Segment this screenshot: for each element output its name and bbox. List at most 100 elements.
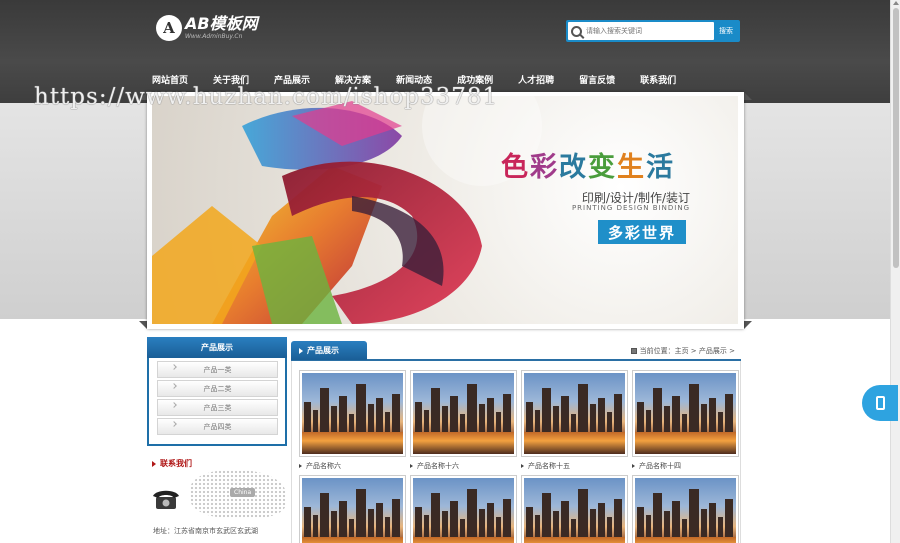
product-image [524,478,625,543]
skyline-building [637,507,644,537]
hero-banner[interactable]: 色彩改变生活 印刷/设计/制作/装订 PRINTING DESIGN BINDI… [152,96,738,324]
skyline-building [487,503,494,537]
chevron-right-icon [171,421,177,427]
breadcrumb-home-link[interactable]: 主页 [675,346,689,356]
skyline-building [571,414,576,432]
banner-title-char: 生 [617,152,646,183]
nav-item-contact[interactable]: 联系我们 [640,73,676,86]
page-scrollbar[interactable] [890,0,900,543]
logo-subtitle: Www.AdminBuy.Cn [185,33,243,40]
banner-title: 色彩改变生活 [501,145,675,184]
skyline-water [635,432,736,454]
product-name: 产品名称六 [306,462,341,470]
banner-title-char: 彩 [530,152,559,183]
sidebar-item-category-1[interactable]: 产品一类 [157,361,278,378]
product-card[interactable] [299,475,406,543]
skyline-building [331,511,337,537]
product-card[interactable] [632,475,739,543]
product-card[interactable]: 产品名称十六 [410,370,517,471]
breadcrumb-separator: > [688,347,699,355]
skyline-building [487,398,494,432]
skyline-building [415,402,422,432]
site-logo[interactable]: A AB模板网 Www.AdminBuy.Cn [156,15,258,41]
skyline-building [553,406,559,432]
search-input[interactable] [586,27,706,35]
product-thumbnail[interactable] [632,475,739,543]
product-card[interactable] [521,475,628,543]
skyline-building [718,412,723,432]
skyline-building [376,503,383,537]
skyline-building [689,489,699,537]
banner-badge: 多彩世界 [598,220,686,244]
skyline-building [653,388,662,432]
product-card[interactable]: 产品名称十五 [521,370,628,471]
product-name-link[interactable]: 产品名称十六 [410,461,517,471]
skyline-building [424,410,429,432]
main-tab: 产品展示 [291,341,367,360]
skyline-building [709,503,716,537]
breadcrumb-current-link[interactable]: 产品展示 [699,346,727,356]
product-name: 产品名称十四 [639,462,681,470]
product-thumbnail[interactable] [632,370,739,457]
skyline-building [368,509,374,537]
skyline-building [349,414,354,432]
product-thumbnail[interactable] [410,475,517,543]
nav-item-jobs[interactable]: 人才招聘 [518,73,554,86]
sidebar-item-category-3[interactable]: 产品三类 [157,399,278,416]
sidebar-item-category-4[interactable]: 产品四类 [157,418,278,435]
skyline-building [450,501,458,537]
arrow-right-icon [299,347,303,354]
nav-item-feedback[interactable]: 留言反馈 [579,73,615,86]
skyline-building [542,493,551,537]
banner-corner-tr [744,92,752,100]
skyline-building [590,404,596,432]
skyline-building [672,396,680,432]
product-card[interactable] [410,475,517,543]
skyline-building [442,406,448,432]
product-thumbnail[interactable] [521,475,628,543]
product-image [413,373,514,454]
banner-title-char: 色 [501,152,530,183]
skyline-building [553,511,559,537]
product-name-link[interactable]: 产品名称十四 [632,461,739,471]
skyline-building [431,493,440,537]
skyline-water [413,537,514,543]
product-name-link[interactable]: 产品名称十五 [521,461,628,471]
product-card[interactable]: 产品名称六 [299,370,406,471]
skyline-building [313,410,318,432]
search-button[interactable]: 搜索 [714,22,738,40]
product-image [302,373,403,454]
skyline-building [672,501,680,537]
product-thumbnail[interactable] [299,370,406,457]
skyline-building [725,499,733,537]
logo-title: AB模板网 [185,14,258,33]
product-thumbnail[interactable] [521,370,628,457]
logo-mark: A [156,15,182,41]
scroll-up-arrow-icon[interactable] [893,1,899,5]
skyline-building [339,501,347,537]
sidebar-item-category-2[interactable]: 产品二类 [157,380,278,397]
breadcrumb: 当前位置： 主页 > 产品展示 > [630,346,735,356]
sidebar-item-label: 产品四类 [203,422,232,431]
skyline-building [385,517,390,537]
product-name-link[interactable]: 产品名称六 [299,461,406,471]
skyline-building [571,519,576,537]
skyline-building [526,507,533,537]
skyline-building [496,412,501,432]
skyline-water [302,537,403,543]
product-image [413,478,514,543]
scrollbar-thumb[interactable] [893,8,899,268]
skyline-building [415,507,422,537]
skyline-building [561,396,569,432]
skyline-building [542,388,551,432]
arrow-right-icon [632,464,635,468]
arrow-right-icon [152,460,156,467]
product-card[interactable]: 产品名称十四 [632,370,739,471]
skyline-building [349,519,354,537]
product-thumbnail[interactable] [299,475,406,543]
skyline-building [653,493,662,537]
arrow-right-icon [299,464,302,468]
floating-mobile-button[interactable] [862,385,898,421]
product-thumbnail[interactable] [410,370,517,457]
arrow-right-icon [521,464,524,468]
